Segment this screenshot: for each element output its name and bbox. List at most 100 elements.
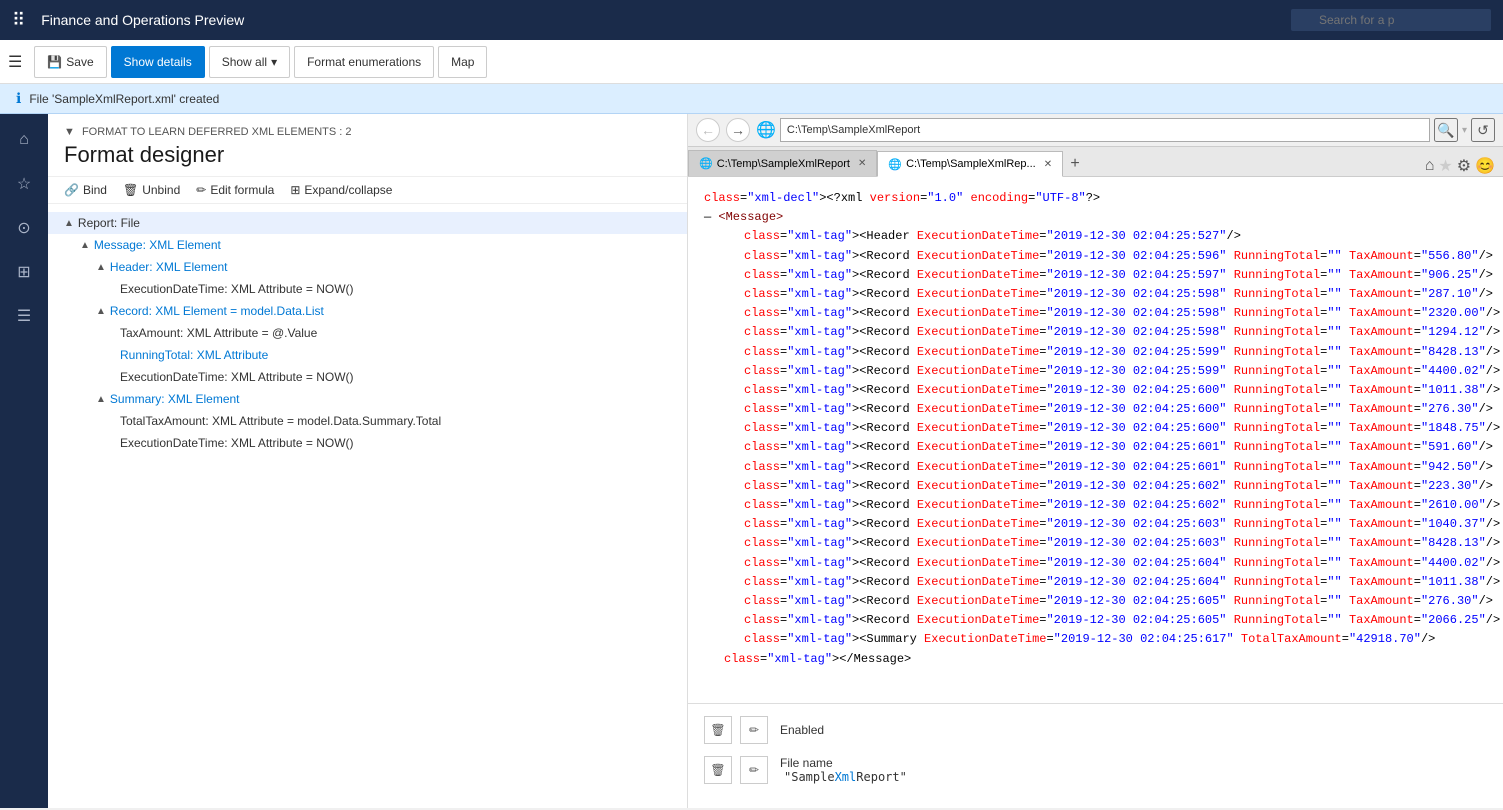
property-row-filename: 🗑 ✏ File name "SampleXmlReport" [704,756,1487,784]
emoji-icon[interactable]: 😊 [1475,156,1495,176]
refresh-button[interactable]: ↺ [1471,118,1495,142]
tree-arrow-2[interactable]: ▲ [96,262,106,273]
browser-chrome: ← → 🌐 🔍 ▾ ↺ [688,114,1503,147]
address-search-icon[interactable]: 🔍 [1434,118,1458,142]
tree-arrow-0[interactable]: ▲ [64,218,74,229]
chevron-down-icon: ▾ [271,55,277,69]
xml-content: class="xml-decl"><?xml version="1.0" enc… [688,177,1503,703]
tree-item-exec-record[interactable]: ExecutionDateTime: XML Attribute = NOW() [48,366,687,388]
browser-tab-1[interactable]: 🌐 C:\Temp\SampleXmlReport ✕ [688,150,877,176]
tree-arrow-4[interactable]: ▲ [96,306,106,317]
edit-filename-button[interactable]: ✏ [740,756,768,784]
top-bar: ⠿ Finance and Operations Preview 🔍 [0,0,1503,40]
delete-enabled-button[interactable]: 🗑 [704,716,732,744]
info-icon: ℹ [16,90,21,107]
tree-text-4: Record: XML Element = model.Data.List [110,304,324,318]
show-all-button[interactable]: Show all ▾ [209,46,290,78]
format-label: ▼ FORMAT TO LEARN DEFERRED XML ELEMENTS … [64,126,671,138]
filename-value: "SampleXmlReport" [784,770,907,784]
apps-icon[interactable]: ⠿ [12,10,25,31]
tree-arrow-8[interactable]: ▲ [96,394,106,405]
tree-text-10: ExecutionDateTime: XML Attribute = NOW() [120,436,354,450]
tree-text-5: TaxAmount: XML Attribute = @.Value [120,326,317,340]
designer-title: Format designer [64,142,671,168]
tree-item-message[interactable]: ▲ Message: XML Element [48,234,687,256]
sub-toolbar: 🔗 Bind 🗑 Unbind ✏ Edit formula ⊞ Expand/… [48,177,687,204]
left-sidebar: ⌂ ☆ ⊙ ⊞ ☰ [0,114,48,808]
tree-text-7: ExecutionDateTime: XML Attribute = NOW() [120,370,354,384]
edit-formula-button[interactable]: ✏ Edit formula [196,183,274,197]
search-input[interactable] [1291,9,1491,31]
tree-arrow-1[interactable]: ▲ [80,240,90,251]
property-row-enabled: 🗑 ✏ Enabled [704,716,1487,744]
tab-close-1[interactable]: ✕ [858,158,866,169]
notification-bar: ℹ File 'SampleXmlReport.xml' created [0,84,1503,114]
browser-pane: ← → 🌐 🔍 ▾ ↺ 🌐 C:\Temp\SampleXmlReport ✕ … [688,114,1503,808]
app-title: Finance and Operations Preview [41,12,1275,28]
filename-label: File name [780,756,833,770]
new-tab-button[interactable]: + [1063,152,1087,176]
designer-panel: ▼ FORMAT TO LEARN DEFERRED XML ELEMENTS … [48,114,688,808]
main-layout: ⌂ ☆ ⊙ ⊞ ☰ ▼ FORMAT TO LEARN DEFERRED XML… [0,114,1503,808]
favorites-icon[interactable]: ★ [1438,156,1452,176]
filename-xml-highlight: Xml [835,770,857,784]
browser-tab-2[interactable]: 🌐 C:\Temp\SampleXmlRep... ✕ [877,151,1063,177]
tab-label-2: C:\Temp\SampleXmlRep... [906,158,1036,170]
format-enumerations-button[interactable]: Format enumerations [294,46,434,78]
sidebar-icon-grid[interactable]: ⊞ [6,254,42,290]
tree-item-summary[interactable]: ▲ Summary: XML Element [48,388,687,410]
tab-icon-2: 🌐 [888,158,902,171]
tree-item-runningtotal[interactable]: RunningTotal: XML Attribute [48,344,687,366]
tab-close-2[interactable]: ✕ [1044,159,1052,170]
edit-icon: ✏ [196,183,206,197]
sidebar-icon-star[interactable]: ☆ [6,166,42,202]
tree-item-exec-summary[interactable]: ExecutionDateTime: XML Attribute = NOW() [48,432,687,454]
filter-icon: ▼ [64,126,75,138]
tree-text-2: Header: XML Element [110,260,228,274]
tree-item-record[interactable]: ▲ Record: XML Element = model.Data.List [48,300,687,322]
earth-icon: 🌐 [756,120,776,140]
designer-header: ▼ FORMAT TO LEARN DEFERRED XML ELEMENTS … [48,114,687,177]
enabled-label: Enabled [780,723,824,737]
tree-item-header[interactable]: ▲ Header: XML Element [48,256,687,278]
tab-label-1: C:\Temp\SampleXmlReport [717,158,850,170]
sidebar-icon-clock[interactable]: ⊙ [6,210,42,246]
tree-item-exec-header[interactable]: ExecutionDateTime: XML Attribute = NOW() [48,278,687,300]
sidebar-icon-list[interactable]: ☰ [6,298,42,334]
settings-icon[interactable]: ⚙ [1457,156,1471,176]
tree-item-taxamount[interactable]: TaxAmount: XML Attribute = @.Value [48,322,687,344]
back-button[interactable]: ← [696,118,720,142]
tree-text-0: Report: File [78,216,140,230]
delete-icon: 🗑 [123,183,138,197]
tree-text-1: Message: XML Element [94,238,221,252]
show-details-button[interactable]: Show details [111,46,205,78]
unbind-button[interactable]: 🗑 Unbind [123,183,180,197]
search-wrapper: 🔍 [1291,9,1491,31]
home-browser-icon[interactable]: ⌂ [1425,157,1435,175]
address-bar: 🌐 🔍 ▾ ↺ [756,118,1495,142]
tab-icon-1: 🌐 [699,157,713,170]
save-button[interactable]: 💾 Save [34,46,106,78]
delete-filename-button[interactable]: 🗑 [704,756,732,784]
save-disk-icon: 💾 [47,55,62,69]
tree-text-6: RunningTotal: XML Attribute [120,348,268,362]
bind-button[interactable]: 🔗 Bind [64,183,107,197]
tree-item-report-file[interactable]: ▲ Report: File [48,212,687,234]
link-icon: 🔗 [64,183,79,197]
tree-text-3: ExecutionDateTime: XML Attribute = NOW() [120,282,354,296]
tree-container: ▲ Report: File ▲ Message: XML Element ▲ … [48,204,687,808]
toolbar: ☰ 💾 Save Show details Show all ▾ Format … [0,40,1503,84]
tree-text-9: TotalTaxAmount: XML Attribute = model.Da… [120,414,441,428]
address-input[interactable] [780,118,1430,142]
forward-button[interactable]: → [726,118,750,142]
edit-enabled-button[interactable]: ✏ [740,716,768,744]
properties-panel: 🗑 ✏ Enabled 🗑 ✏ File name "SampleXmlRepo… [688,703,1503,808]
tree-text-8: Summary: XML Element [110,392,240,406]
tree-item-totaltax[interactable]: TotalTaxAmount: XML Attribute = model.Da… [48,410,687,432]
expand-collapse-button[interactable]: ⊞ Expand/collapse [290,183,392,197]
browser-tabs: 🌐 C:\Temp\SampleXmlReport ✕ 🌐 C:\Temp\Sa… [688,147,1503,177]
hamburger-icon[interactable]: ☰ [8,52,22,72]
expand-icon: ⊞ [290,183,300,197]
sidebar-icon-home[interactable]: ⌂ [6,122,42,158]
map-button[interactable]: Map [438,46,487,78]
